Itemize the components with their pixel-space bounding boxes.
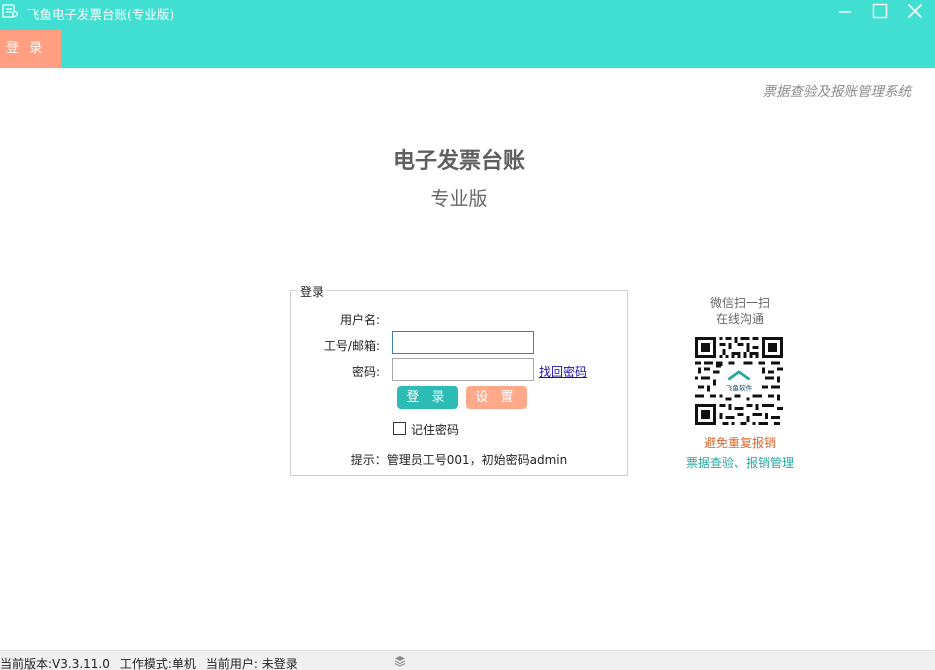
login-groupbox-legend: 登录 <box>297 283 328 300</box>
title-bar: 飞鱼电子发票台账(专业版) 登 录 <box>0 0 935 68</box>
maximize-button[interactable] <box>871 2 889 20</box>
page-title: 电子发票台账 <box>392 149 525 174</box>
password-input[interactable] <box>392 358 534 381</box>
wechat-qr-code: 飞鱼软件 <box>695 337 783 425</box>
maximize-icon <box>872 3 888 19</box>
status-version: 当前版本:V3.3.11.0 <box>0 657 110 670</box>
window-title: 飞鱼电子发票台账(专业版) <box>27 7 175 22</box>
remember-password-checkbox[interactable] <box>393 422 406 435</box>
tab-login[interactable]: 登 录 <box>0 30 61 68</box>
qr-tagline-red: 避免重复报销 <box>703 436 776 450</box>
qr-caption-line1: 微信扫一扫 <box>709 296 770 310</box>
login-button[interactable]: 登 录 <box>397 386 458 409</box>
wechat-qr-panel: 微信扫一扫 在线沟通 飞鱼软件 避免重复报销 票据查验、报销管理 <box>665 295 815 470</box>
minimize-button[interactable] <box>836 2 854 20</box>
layers-icon <box>394 656 406 667</box>
login-groupbox: 登录 用户名: 工号/邮箱: 密码: 找回密码 登 录 设 置 记住密码 提示：… <box>290 283 628 476</box>
status-mode: 工作模式:单机 <box>119 657 196 670</box>
status-user: 当前用户: 未登录 <box>205 657 298 670</box>
edition-subtitle: 专业版 <box>430 188 488 210</box>
password-label: 密码: <box>351 365 380 379</box>
settings-button[interactable]: 设 置 <box>466 386 527 409</box>
username-label: 用户名: <box>339 313 380 327</box>
status-bar: 当前版本:V3.3.11.0 工作模式:单机 当前用户: 未登录 <box>0 650 935 670</box>
system-slogan: 票据查验及报账管理系统 <box>762 84 912 100</box>
login-hint: 提示：管理员工号001，初始密码admin <box>350 453 568 467</box>
id-email-input[interactable] <box>392 331 534 354</box>
qr-center-logo-text: 飞鱼软件 <box>726 383 753 392</box>
status-text-group: 当前版本:V3.3.11.0 工作模式:单机 当前用户: 未登录 <box>0 655 308 670</box>
app-logo-icon <box>2 4 18 18</box>
remember-password-label[interactable]: 记住密码 <box>411 421 459 438</box>
close-icon <box>907 3 923 19</box>
qr-tagline-teal: 票据查验、报销管理 <box>685 456 794 470</box>
forgot-password-link[interactable]: 找回密码 <box>539 363 587 380</box>
id-email-label: 工号/邮箱: <box>323 339 380 353</box>
minimize-icon <box>839 11 851 13</box>
qr-caption-line2: 在线沟通 <box>715 312 764 326</box>
close-button[interactable] <box>906 2 924 20</box>
